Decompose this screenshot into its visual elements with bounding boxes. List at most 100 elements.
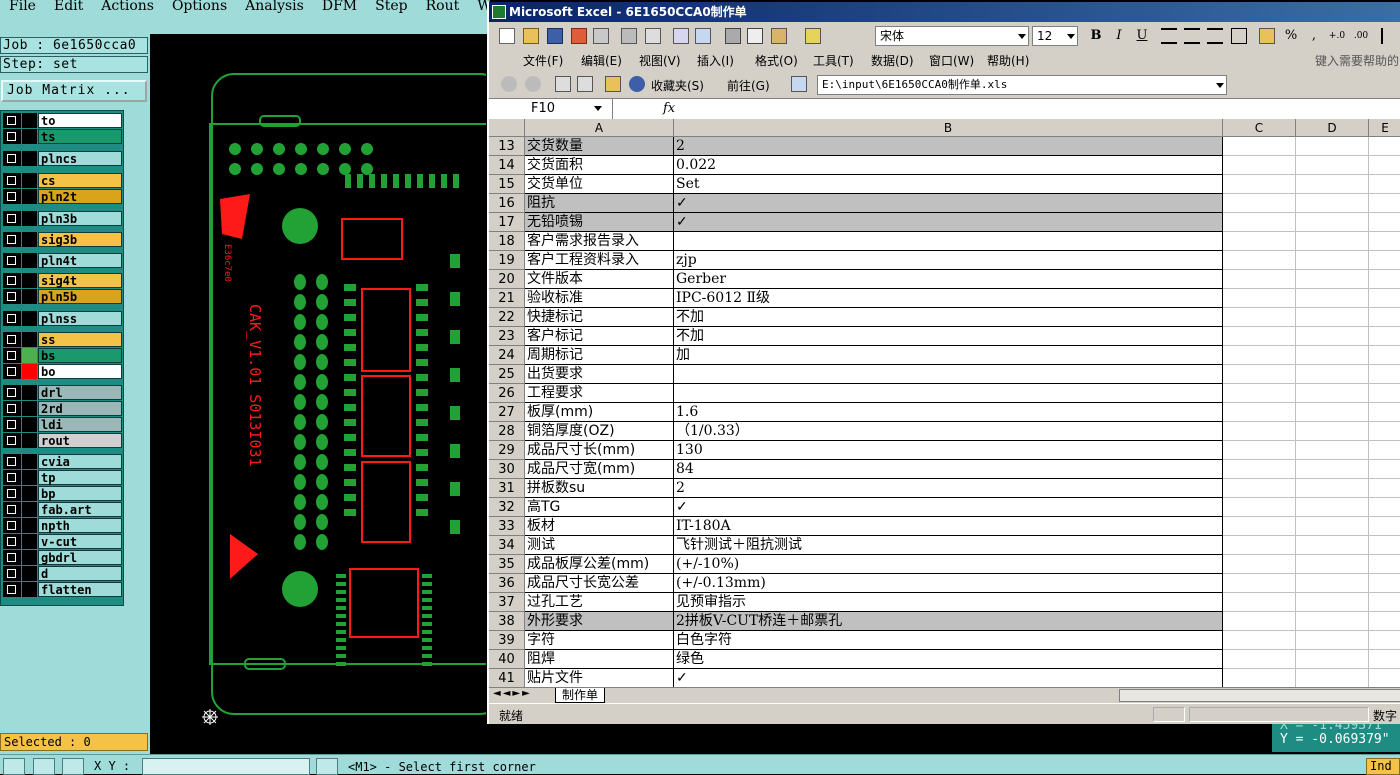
- layer-color-swatch[interactable]: [22, 550, 37, 565]
- layer-name[interactable]: pln3b: [38, 211, 122, 226]
- cell-b[interactable]: (+/-0.13mm): [674, 574, 1223, 593]
- layer-checkbox[interactable]: [3, 253, 21, 268]
- cell-c[interactable]: [1223, 308, 1296, 327]
- goto-button[interactable]: 前往(G): [727, 77, 770, 94]
- underline-button[interactable]: U: [1132, 27, 1152, 45]
- layer-color-swatch[interactable]: [22, 534, 37, 549]
- cell-a[interactable]: 交货数量: [525, 137, 674, 156]
- layer-checkbox[interactable]: [3, 332, 21, 347]
- cell-a[interactable]: 阻抗: [525, 194, 674, 213]
- spelling-icon[interactable]: [673, 28, 689, 44]
- layer-checkbox[interactable]: [3, 348, 21, 363]
- merge-center-icon[interactable]: [1231, 28, 1247, 44]
- cell-c[interactable]: [1223, 479, 1296, 498]
- layer-row-npth[interactable]: npth: [3, 518, 122, 533]
- layer-row-tp[interactable]: tp: [3, 470, 122, 485]
- cell-b[interactable]: （1/0.33）: [674, 422, 1223, 441]
- cell-d[interactable]: [1296, 232, 1369, 251]
- bold-button[interactable]: B: [1086, 27, 1106, 45]
- layer-name[interactable]: bs: [38, 348, 122, 363]
- row-header[interactable]: 15: [489, 175, 525, 194]
- layer-name[interactable]: sig4t: [38, 273, 122, 288]
- cell-e[interactable]: [1369, 517, 1400, 536]
- layer-color-swatch[interactable]: [22, 486, 37, 501]
- layer-checkbox[interactable]: [3, 385, 21, 400]
- refresh-icon[interactable]: [577, 76, 593, 92]
- layer-color-swatch[interactable]: [22, 173, 37, 188]
- layer-row-gbdrl[interactable]: gbdrl: [3, 550, 122, 565]
- layer-row-bo[interactable]: bo: [3, 364, 122, 379]
- layer-name[interactable]: pln2t: [38, 189, 122, 204]
- cell-b[interactable]: ✓: [674, 669, 1223, 687]
- layer-color-swatch[interactable]: [22, 311, 37, 326]
- cell-b[interactable]: IT-180A: [674, 517, 1223, 536]
- layer-name[interactable]: 2rd: [38, 401, 122, 416]
- row-header[interactable]: 30: [489, 460, 525, 479]
- cell-a[interactable]: 拼板数su: [525, 479, 674, 498]
- research-icon[interactable]: [695, 28, 711, 44]
- col-header-a[interactable]: A: [525, 119, 674, 137]
- layer-name[interactable]: ss: [38, 332, 122, 347]
- job-matrix-button[interactable]: Job Matrix ...: [1, 80, 147, 102]
- cell-a[interactable]: 贴片文件: [525, 669, 674, 687]
- row-header[interactable]: 17: [489, 213, 525, 232]
- cell-b[interactable]: 见预审指示: [674, 593, 1223, 612]
- cell-e[interactable]: [1369, 441, 1400, 460]
- cell-a[interactable]: 客户标记: [525, 327, 674, 346]
- cell-e[interactable]: [1369, 289, 1400, 308]
- layer-row-2rd[interactable]: 2rd: [3, 401, 122, 416]
- layer-checkbox[interactable]: [3, 189, 21, 204]
- cell-e[interactable]: [1369, 422, 1400, 441]
- cell-c[interactable]: [1223, 156, 1296, 175]
- layer-color-swatch[interactable]: [22, 385, 37, 400]
- favorites-button[interactable]: 收藏夹(S): [651, 77, 704, 94]
- layer-color-swatch[interactable]: [22, 151, 37, 166]
- cell-d[interactable]: [1296, 555, 1369, 574]
- cell-a[interactable]: 成品尺寸长(mm): [525, 441, 674, 460]
- cell-a[interactable]: 外形要求: [525, 612, 674, 631]
- cell-e[interactable]: [1369, 612, 1400, 631]
- cell-a[interactable]: 成品尺寸长宽公差: [525, 574, 674, 593]
- cell-b[interactable]: 绿色: [674, 650, 1223, 669]
- layer-color-swatch[interactable]: [22, 348, 37, 363]
- cell-e[interactable]: [1369, 346, 1400, 365]
- menu-tools-cn[interactable]: 工具(T): [813, 52, 854, 69]
- cell-b[interactable]: ✓: [674, 194, 1223, 213]
- cell-d[interactable]: [1296, 156, 1369, 175]
- cell-e[interactable]: [1369, 498, 1400, 517]
- cell-d[interactable]: [1296, 631, 1369, 650]
- layer-name[interactable]: d: [38, 566, 122, 581]
- col-header-c[interactable]: C: [1223, 119, 1296, 137]
- row-header[interactable]: 33: [489, 517, 525, 536]
- layer-name[interactable]: ts: [38, 129, 122, 144]
- cell-c[interactable]: [1223, 498, 1296, 517]
- cell-d[interactable]: [1296, 327, 1369, 346]
- currency-icon[interactable]: [1259, 28, 1275, 44]
- row-header[interactable]: 36: [489, 574, 525, 593]
- layer-color-swatch[interactable]: [22, 232, 37, 247]
- layer-color-swatch[interactable]: [22, 582, 37, 597]
- layer-checkbox[interactable]: [3, 232, 21, 247]
- search-icon[interactable]: [629, 76, 645, 92]
- row-header[interactable]: 34: [489, 536, 525, 555]
- stop-icon[interactable]: [555, 76, 571, 92]
- cell-c[interactable]: [1223, 365, 1296, 384]
- cell-b[interactable]: 2拼板V-CUT桥连＋邮票孔: [674, 612, 1223, 631]
- cell-b[interactable]: (+/-10%): [674, 555, 1223, 574]
- tool-line-button[interactable]: [316, 758, 338, 775]
- layer-name[interactable]: bp: [38, 486, 122, 501]
- layer-color-swatch[interactable]: [22, 470, 37, 485]
- cell-c[interactable]: [1223, 232, 1296, 251]
- cell-e[interactable]: [1369, 251, 1400, 270]
- print-preview-icon[interactable]: [645, 28, 661, 44]
- cell-d[interactable]: [1296, 479, 1369, 498]
- layer-color-swatch[interactable]: [22, 518, 37, 533]
- col-header-e[interactable]: E: [1369, 119, 1400, 137]
- layer-checkbox[interactable]: [3, 454, 21, 469]
- row-header[interactable]: 32: [489, 498, 525, 517]
- cell-e[interactable]: [1369, 555, 1400, 574]
- tool-grid-button[interactable]: [62, 758, 84, 775]
- cell-b[interactable]: Set: [674, 175, 1223, 194]
- layer-name[interactable]: rout: [38, 433, 122, 448]
- save-icon[interactable]: [547, 28, 563, 44]
